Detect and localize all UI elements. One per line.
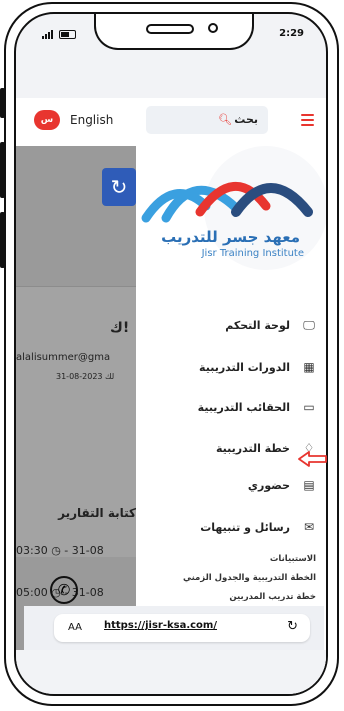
menu-label: رسائل و تنبيهات bbox=[200, 520, 290, 534]
mute-switch bbox=[0, 88, 5, 118]
status-icons bbox=[42, 30, 76, 39]
url-text[interactable]: https://jisr-ksa.com/ bbox=[104, 620, 217, 631]
menu-label: لوحة التحكم bbox=[225, 318, 290, 332]
battery-icon bbox=[59, 30, 76, 39]
email-text: alalisummer@gma bbox=[16, 352, 111, 363]
signal-icon bbox=[42, 30, 53, 39]
calendar-icon: ▤ bbox=[303, 478, 315, 492]
phone-screen: 2:29 س English 🔍︎ بحث ↻ ك! alalisummer@g… bbox=[14, 12, 328, 696]
address-field[interactable]: AA https://jisr-ksa.com/ ↻ bbox=[54, 614, 310, 642]
institute-logo: معهد جسر للتدريب Jisr Training Institute bbox=[136, 146, 326, 296]
monitor-icon: 🖵︎ bbox=[303, 318, 315, 332]
submenu-item-surveys[interactable]: الاستبيانات bbox=[183, 554, 316, 564]
search-icon: 🔍︎ bbox=[218, 113, 232, 126]
envelope-icon: ✉︎ bbox=[303, 520, 315, 534]
menu-item-attendance[interactable]: ▤ حضوري bbox=[248, 478, 316, 492]
menu-label: الدورات التدريبية bbox=[199, 360, 290, 374]
session-time-1: 03:30 ◷ - 31-08 bbox=[16, 544, 104, 557]
submenu-item-trainer-plan[interactable]: خطة تدريب المدربين bbox=[183, 592, 316, 602]
volume-up-button bbox=[0, 142, 5, 198]
menu-item-messages[interactable]: ✉︎ رسائل و تنبيهات bbox=[200, 520, 316, 534]
menu-item-dashboard[interactable]: 🖵︎ لوحة التحكم bbox=[225, 318, 316, 332]
menu-label: الحقائب التدريبية bbox=[197, 400, 290, 414]
logo-arabic-name: معهد جسر للتدريب bbox=[161, 228, 300, 246]
reload-icon[interactable]: ↻ bbox=[287, 619, 298, 634]
search-box[interactable]: 🔍︎ بحث bbox=[146, 106, 268, 134]
status-time: 2:29 bbox=[279, 28, 304, 39]
drawer-submenu: الاستبيانات الخطة التدريبية والجدول الزم… bbox=[183, 554, 316, 611]
app-header: س English 🔍︎ بحث bbox=[16, 98, 326, 146]
camera bbox=[208, 23, 218, 33]
menu-icon[interactable] bbox=[301, 114, 314, 129]
search-placeholder: بحث bbox=[234, 113, 258, 126]
menu-item-courses[interactable]: ▦ الدورات التدريبية bbox=[199, 360, 316, 374]
menu-label: حضوري bbox=[247, 478, 290, 492]
notch bbox=[94, 14, 254, 50]
menu-item-training-bags[interactable]: ▭ الحقائب التدريبية bbox=[198, 400, 316, 414]
bridge-logo-icon bbox=[141, 146, 326, 270]
bag-icon: ▭ bbox=[303, 400, 315, 414]
whatsapp-icon[interactable]: ✆ bbox=[50, 576, 78, 604]
text-size-button[interactable]: AA bbox=[68, 622, 82, 633]
browser-bottom bbox=[16, 650, 326, 694]
menu-label: خطة التدريبية bbox=[215, 441, 290, 455]
browser-url-bar: AA https://jisr-ksa.com/ ↻ bbox=[24, 606, 324, 650]
submenu-item-schedule[interactable]: الخطة التدريبية والجدول الزمني bbox=[183, 573, 316, 583]
building-icon: ▦ bbox=[303, 360, 315, 374]
annotation-arrow-icon bbox=[298, 451, 327, 467]
language-badge[interactable]: س bbox=[34, 110, 60, 130]
refresh-button: ↻ bbox=[102, 168, 136, 206]
course-heading: كتابة التقارير bbox=[58, 506, 136, 520]
date-text: 31-08-2023 لك bbox=[56, 372, 115, 381]
volume-down-button bbox=[0, 212, 5, 268]
logo-english-name: Jisr Training Institute bbox=[201, 248, 304, 259]
greeting-text: ك! bbox=[110, 320, 130, 336]
speaker bbox=[146, 24, 194, 34]
language-toggle[interactable]: English bbox=[70, 113, 113, 127]
